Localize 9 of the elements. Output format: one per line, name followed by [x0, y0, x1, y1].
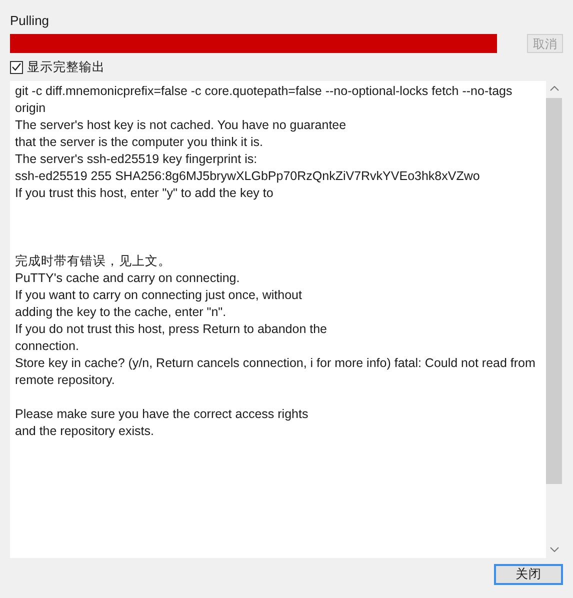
output-text: git -c diff.mnemonicprefix=false -c core.quotepath=false --no-optional-locks fetch --no-tags origin The server's host key is not cached. You have no guarantee that the server is the computer you think it is. The server's ssh-ed25519 key fingerprint is: ssh-ed25519 255 SHA256:8g6MJ5brywXLGbPp70RzQnkZiV7RvkYVEo3hk8xVZwo If you trust this host, enter "y" to add the key to 完成时带有错误，见上文。 PuTTY's cache and carry on connecting. If you want to carry on connecting just once, without adding the key to the cache, enter "n". If you do not trust this host, press Return to abandon the connection. Store key in cache? (y/n, Return cancels connection, i for more info) fatal: Could not read from remote repository. Please make sure you have the correct access rights and the repository exists. [15, 83, 536, 440]
output-area[interactable] [10, 81, 546, 558]
scrollbar-thumb[interactable] [546, 98, 562, 484]
dialog-title: Pulling [10, 12, 50, 29]
checkbox-label: 显示完整输出 [27, 59, 105, 75]
checkbox[interactable] [10, 60, 23, 74]
close-button[interactable]: 关闭 [494, 564, 563, 585]
scroll-down-icon[interactable] [550, 547, 558, 552]
scroll-up-icon[interactable] [550, 86, 558, 91]
